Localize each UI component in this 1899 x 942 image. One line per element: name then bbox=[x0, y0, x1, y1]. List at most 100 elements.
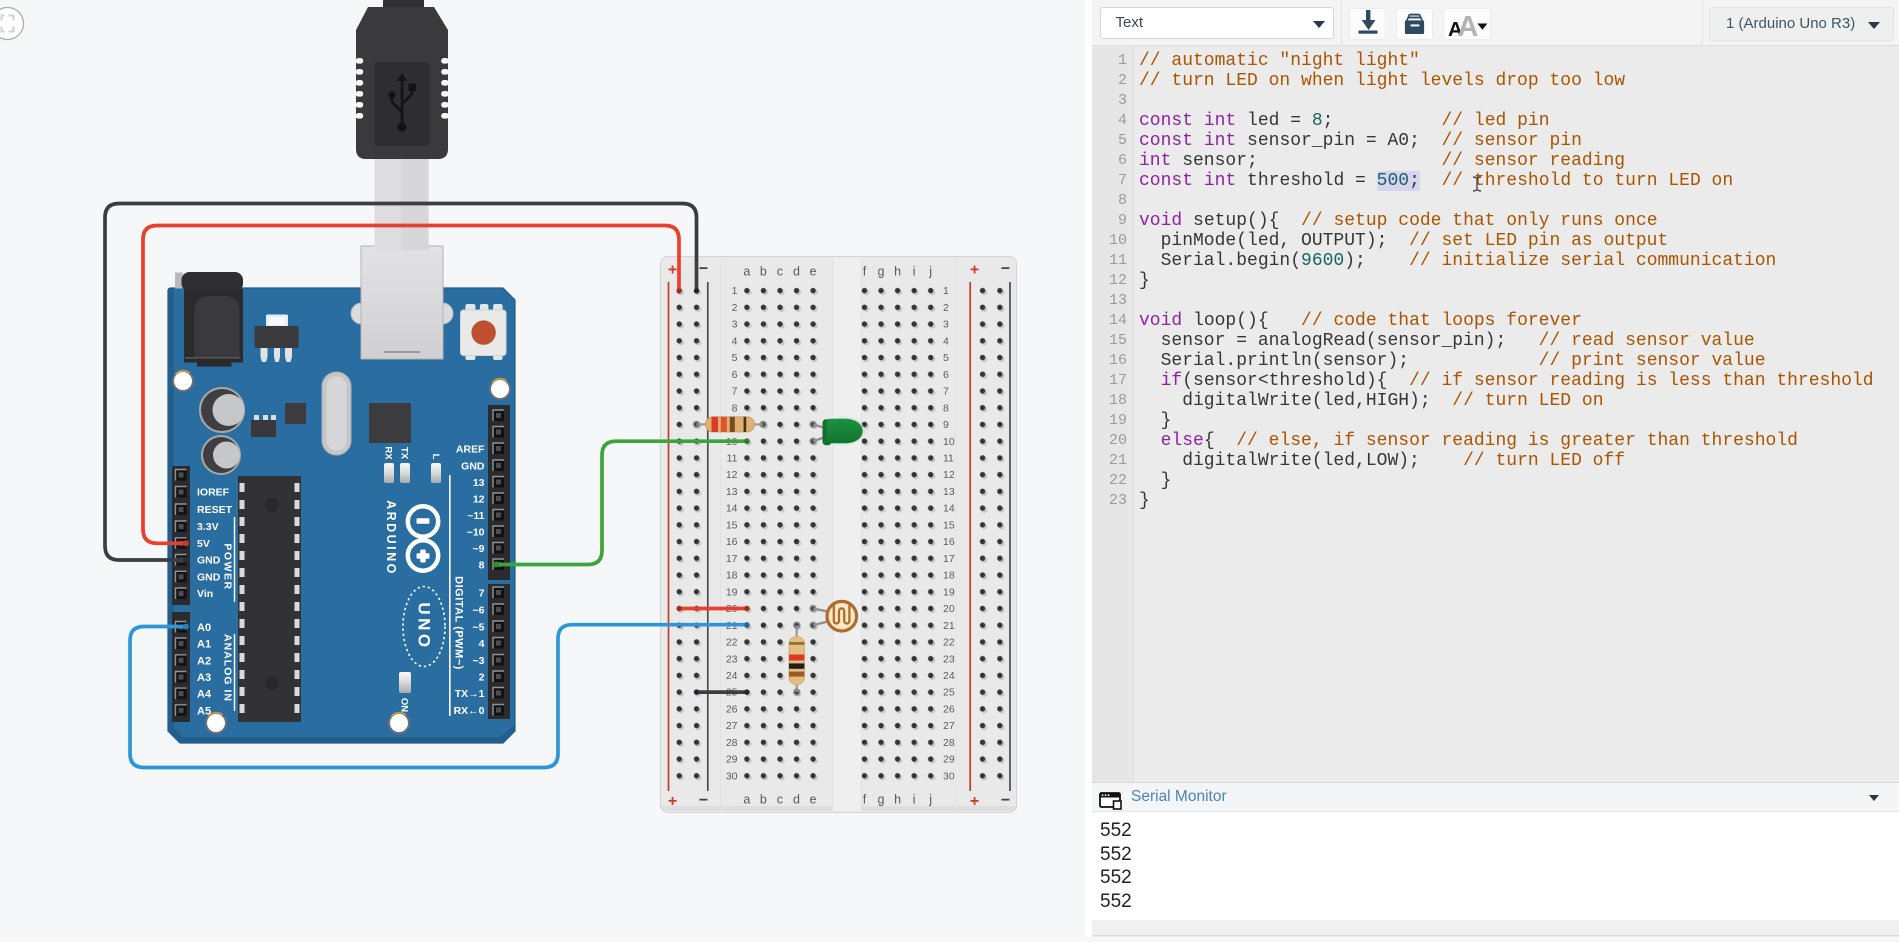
svg-text:2: 2 bbox=[732, 302, 738, 314]
svg-text:20: 20 bbox=[943, 603, 955, 615]
svg-text:17: 17 bbox=[726, 553, 738, 565]
svg-text:29: 29 bbox=[943, 754, 955, 766]
svg-text:−: − bbox=[1001, 261, 1010, 278]
svg-text:23: 23 bbox=[943, 653, 955, 665]
svg-text:16: 16 bbox=[726, 536, 738, 548]
svg-text:4: 4 bbox=[732, 335, 738, 347]
svg-text:A4: A4 bbox=[197, 689, 212, 701]
svg-text:10: 10 bbox=[943, 436, 955, 448]
svg-text:15: 15 bbox=[943, 519, 955, 531]
svg-text:18: 18 bbox=[726, 570, 738, 582]
svg-text:IOREF: IOREF bbox=[197, 487, 230, 499]
svg-text:~3: ~3 bbox=[473, 655, 485, 667]
svg-text:e: e bbox=[810, 265, 817, 279]
svg-text:25: 25 bbox=[943, 687, 955, 699]
svg-text:5: 5 bbox=[943, 352, 949, 364]
svg-text:26: 26 bbox=[943, 704, 955, 716]
svg-text:d: d bbox=[793, 265, 800, 279]
svg-text:A1: A1 bbox=[197, 639, 211, 651]
svg-text:A: A bbox=[1457, 11, 1478, 40]
svg-text:~11: ~11 bbox=[467, 510, 484, 522]
svg-text:15: 15 bbox=[726, 519, 738, 531]
svg-text:GND: GND bbox=[197, 555, 221, 567]
svg-text:g: g bbox=[878, 265, 885, 279]
svg-text:b: b bbox=[760, 793, 767, 807]
svg-text:17: 17 bbox=[943, 553, 955, 565]
svg-text:A3: A3 bbox=[197, 672, 211, 684]
svg-text:27: 27 bbox=[726, 720, 738, 732]
svg-text:~9: ~9 bbox=[473, 543, 485, 555]
svg-text:POWER: POWER bbox=[222, 543, 234, 590]
svg-text:28: 28 bbox=[726, 737, 738, 749]
svg-text:5V: 5V bbox=[197, 538, 210, 550]
svg-text:i: i bbox=[913, 265, 916, 279]
svg-text:+: + bbox=[970, 793, 979, 810]
svg-text:b: b bbox=[760, 265, 767, 279]
svg-text:~6: ~6 bbox=[473, 605, 485, 617]
svg-text:16: 16 bbox=[943, 536, 955, 548]
svg-text:19: 19 bbox=[726, 586, 738, 598]
svg-text:27: 27 bbox=[943, 720, 955, 732]
svg-text:7: 7 bbox=[732, 386, 738, 398]
svg-text:AREF: AREF bbox=[456, 444, 485, 456]
svg-text:4: 4 bbox=[943, 335, 949, 347]
svg-text:21: 21 bbox=[943, 620, 955, 632]
svg-text:6: 6 bbox=[943, 369, 949, 381]
svg-text:ANALOG IN: ANALOG IN bbox=[222, 634, 234, 702]
svg-text:RX: RX bbox=[383, 446, 394, 460]
svg-text:8: 8 bbox=[943, 402, 949, 414]
svg-text:h: h bbox=[894, 265, 901, 279]
svg-text:13: 13 bbox=[473, 477, 485, 489]
svg-text:A5: A5 bbox=[197, 705, 211, 717]
svg-text:9: 9 bbox=[943, 419, 949, 431]
svg-text:11: 11 bbox=[943, 453, 954, 465]
svg-text:f: f bbox=[863, 793, 867, 807]
svg-text:14: 14 bbox=[943, 503, 955, 515]
svg-text:i: i bbox=[913, 793, 916, 807]
svg-text:29: 29 bbox=[726, 754, 738, 766]
svg-text:7: 7 bbox=[479, 588, 485, 600]
svg-text:j: j bbox=[928, 793, 932, 807]
svg-text:ARDUINO: ARDUINO bbox=[384, 500, 398, 576]
svg-text:−: − bbox=[699, 792, 708, 809]
svg-text:TX→1: TX→1 bbox=[455, 688, 485, 700]
svg-text:30: 30 bbox=[726, 770, 738, 782]
svg-text:22: 22 bbox=[726, 637, 738, 649]
svg-text:1: 1 bbox=[732, 285, 738, 297]
svg-text:24: 24 bbox=[726, 670, 738, 682]
svg-text:RX←0: RX←0 bbox=[454, 705, 485, 717]
svg-text:13: 13 bbox=[726, 486, 738, 498]
svg-text:3: 3 bbox=[943, 319, 949, 331]
svg-text:12: 12 bbox=[726, 469, 738, 481]
svg-text:23: 23 bbox=[726, 653, 738, 665]
svg-text:+: + bbox=[668, 262, 677, 279]
svg-text:11: 11 bbox=[727, 453, 738, 465]
svg-text:c: c bbox=[777, 265, 783, 279]
svg-text:A2: A2 bbox=[197, 655, 211, 667]
svg-text:18: 18 bbox=[943, 570, 955, 582]
svg-text:5: 5 bbox=[732, 352, 738, 364]
svg-text:A0: A0 bbox=[197, 622, 211, 634]
svg-text:g: g bbox=[878, 793, 885, 807]
svg-text:6: 6 bbox=[732, 369, 738, 381]
svg-text:2: 2 bbox=[479, 672, 485, 684]
svg-text:12: 12 bbox=[473, 494, 485, 506]
svg-text:4: 4 bbox=[479, 638, 485, 650]
svg-text:19: 19 bbox=[943, 586, 955, 598]
svg-text:12: 12 bbox=[943, 469, 955, 481]
svg-text:30: 30 bbox=[943, 770, 955, 782]
svg-text:GND: GND bbox=[461, 461, 485, 473]
svg-text:j: j bbox=[928, 265, 932, 279]
svg-text:d: d bbox=[793, 793, 800, 807]
svg-text:GND: GND bbox=[197, 571, 221, 583]
svg-text:13: 13 bbox=[943, 486, 955, 498]
svg-text:+: + bbox=[970, 262, 979, 279]
svg-text:26: 26 bbox=[726, 704, 738, 716]
svg-text:7: 7 bbox=[943, 386, 949, 398]
svg-text:28: 28 bbox=[943, 737, 955, 749]
svg-text:−: − bbox=[1001, 792, 1010, 809]
svg-text:1: 1 bbox=[943, 285, 949, 297]
svg-text:2: 2 bbox=[943, 302, 949, 314]
svg-text:14: 14 bbox=[726, 503, 738, 515]
svg-text:L: L bbox=[430, 454, 441, 460]
